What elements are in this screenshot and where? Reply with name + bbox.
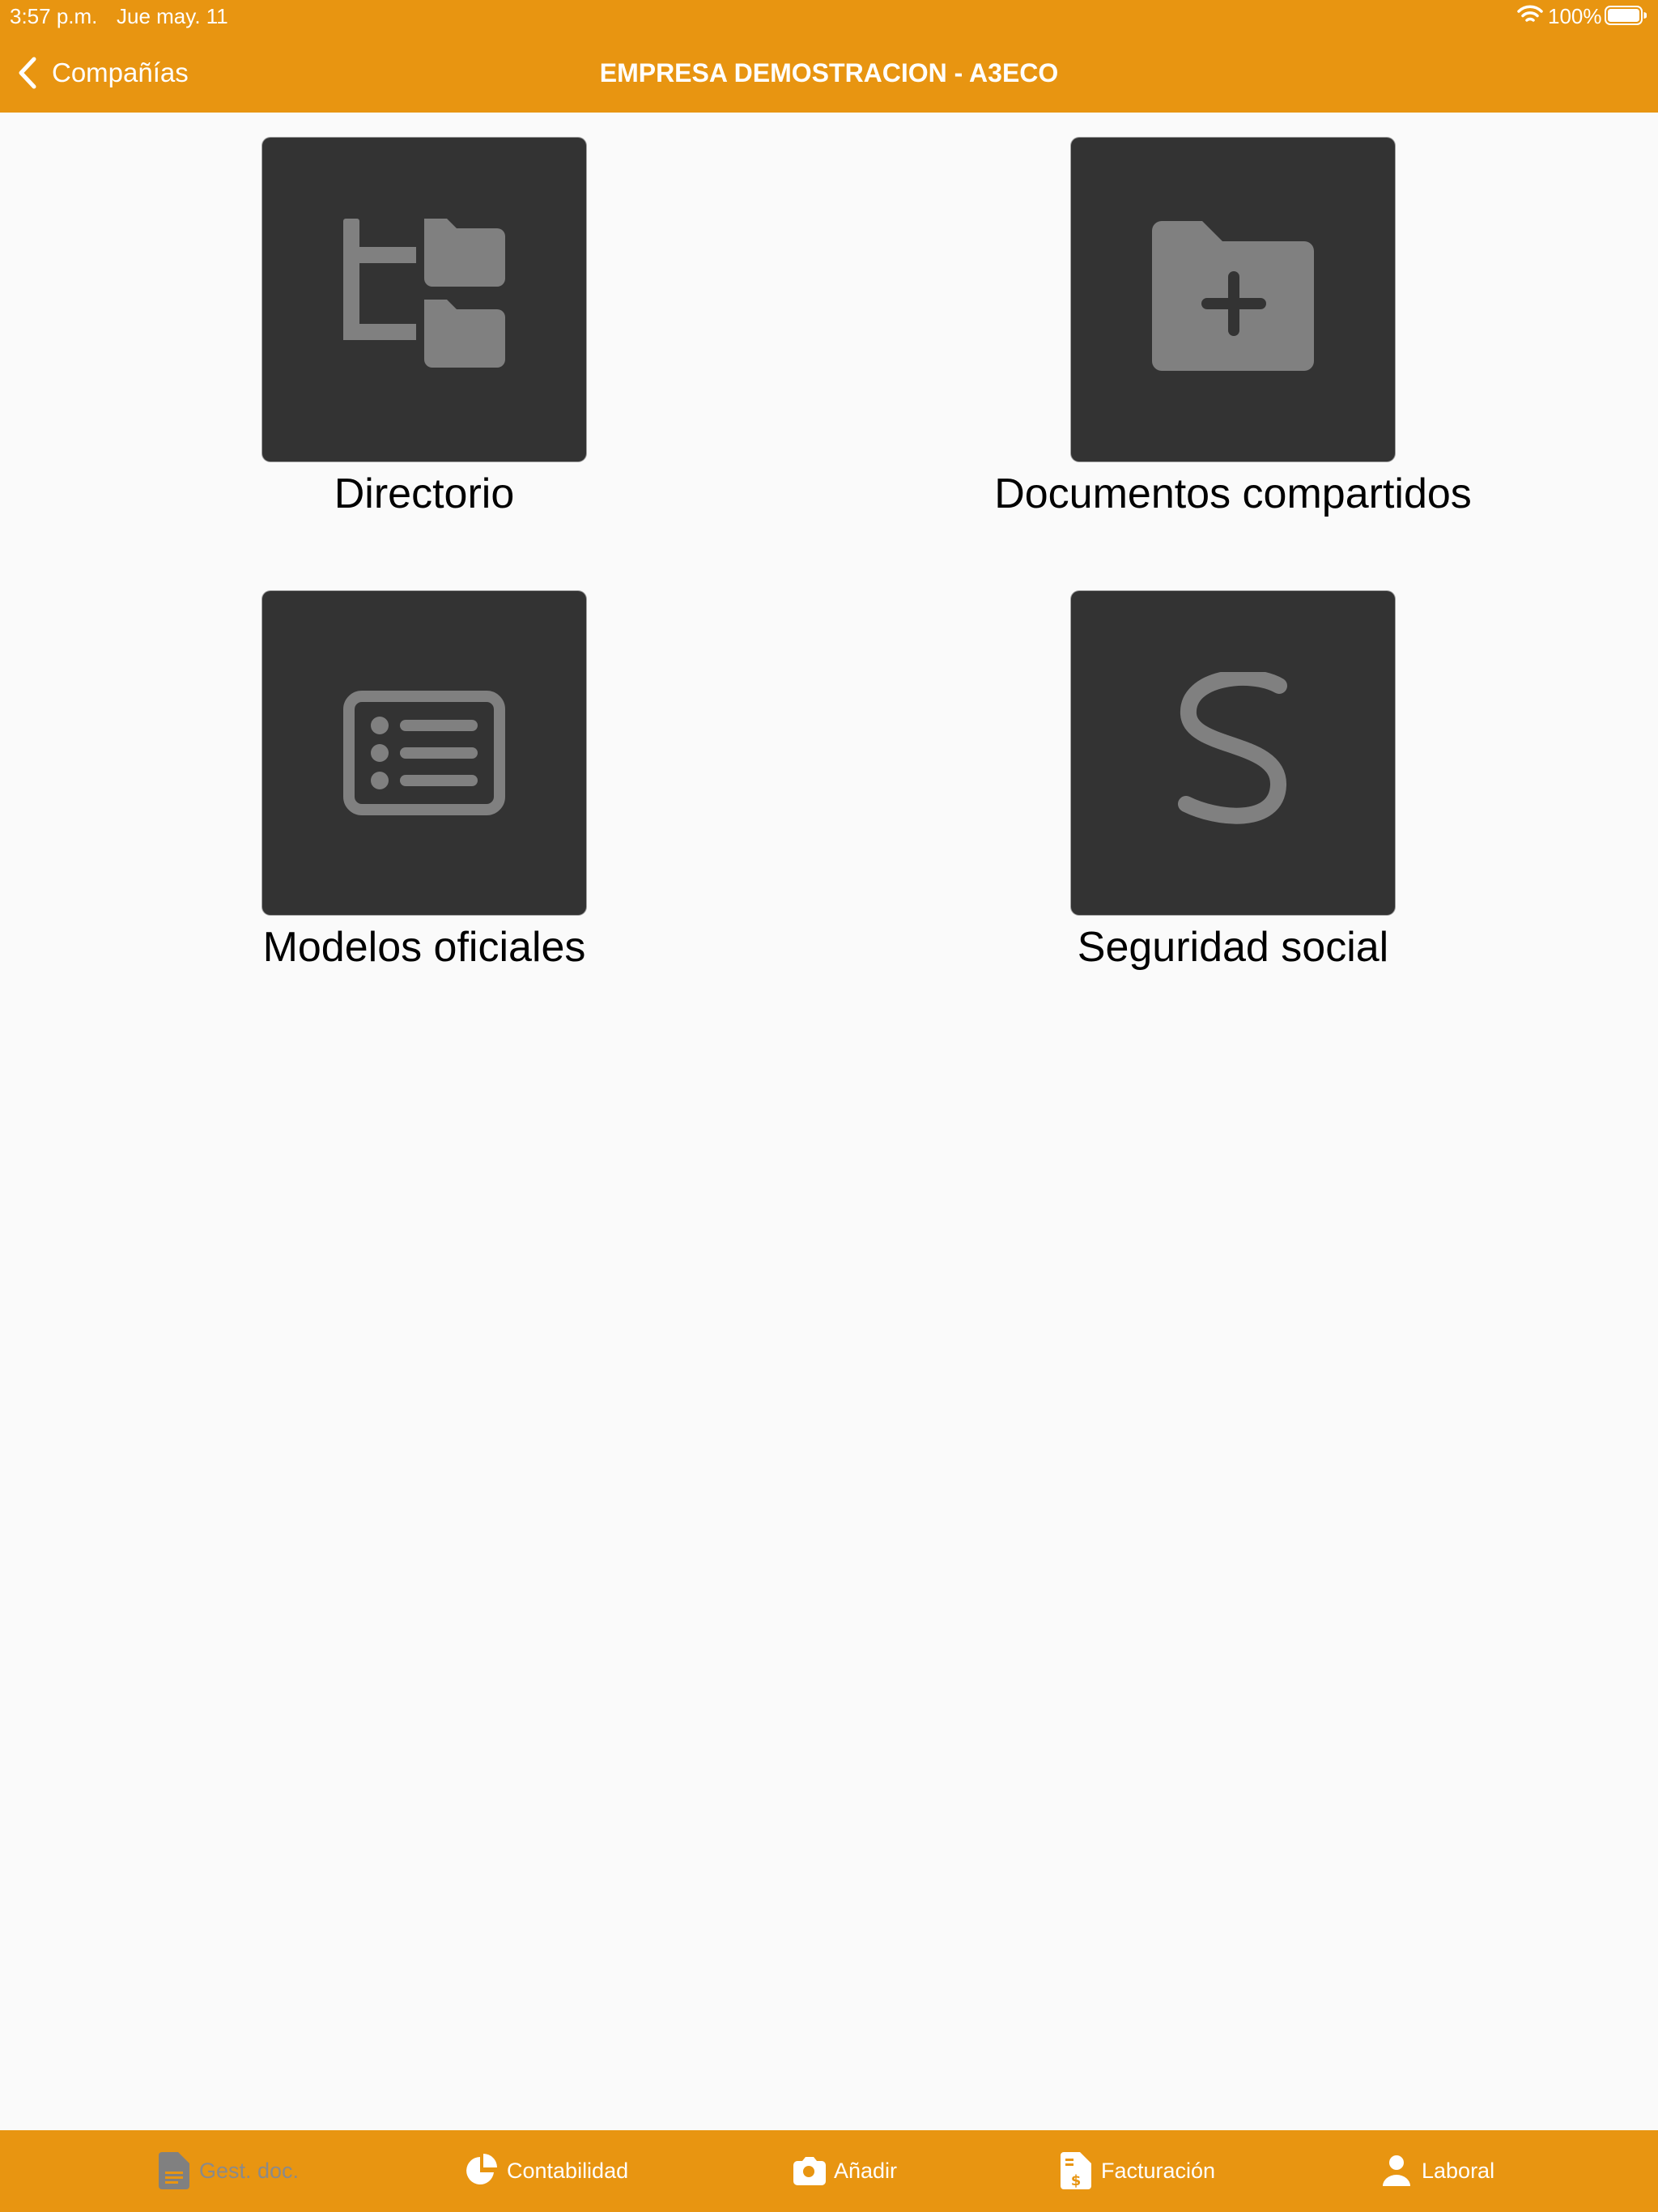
tab-label: Facturación (1101, 2158, 1216, 2183)
document-icon (159, 2152, 189, 2189)
letter-s-icon (1178, 672, 1287, 824)
tab-contabilidad[interactable]: Contabilidad (465, 2150, 628, 2192)
tile-directorio[interactable]: Directorio (0, 138, 780, 591)
list-card-icon (343, 691, 505, 815)
folder-plus-icon (1152, 221, 1314, 371)
tile-label: Modelos oficiales (262, 924, 586, 971)
tab-bar: Gest. doc. Contabilidad Añadir $ Factura… (0, 2130, 1658, 2212)
folder-tree-icon (343, 219, 505, 368)
tab-label: Añadir (834, 2158, 898, 2183)
tab-gest-doc[interactable]: Gest. doc. (157, 2150, 299, 2192)
person-icon (1383, 2155, 1410, 2186)
tab-label: Gest. doc. (199, 2158, 300, 2183)
status-time: 3:57 p.m. (10, 4, 98, 28)
camera-icon (793, 2157, 826, 2185)
chevron-left-icon (19, 57, 36, 89)
wifi-icon (1517, 5, 1543, 22)
back-button[interactable]: Compañías (16, 53, 189, 92)
tile-modelos-oficiales[interactable]: Modelos oficiales (0, 591, 780, 1044)
tab-anadir[interactable]: Añadir (792, 2150, 897, 2192)
back-button-label: Compañías (52, 57, 189, 87)
tile-icon-box (1071, 591, 1395, 915)
svg-text:$: $ (1071, 2172, 1082, 2189)
tile-label: Directorio (334, 470, 515, 517)
tab-label: Contabilidad (507, 2158, 629, 2183)
tile-documentos-compartidos[interactable]: Documentos compartidos (780, 138, 1589, 591)
pie-chart-icon (466, 2154, 497, 2184)
battery-percentage: 100% (1548, 4, 1602, 28)
tile-icon-box (262, 138, 586, 462)
page-title: EMPRESA DEMOSTRACION - A3ECO (599, 58, 1059, 87)
tile-label: Seguridad social (1077, 924, 1389, 971)
tile-icon-box (1071, 138, 1395, 462)
tab-laboral[interactable]: Laboral (1380, 2150, 1494, 2192)
tile-icon-box (262, 591, 586, 915)
invoice-icon: $ (1061, 2152, 1091, 2189)
tab-facturacion[interactable]: $ Facturación (1059, 2150, 1215, 2192)
tab-label: Laboral (1422, 2158, 1495, 2183)
status-date: Jue may. 11 (117, 4, 228, 28)
navigation-bar: 3:57 p.m. Jue may. 11 100% Compañías EMP… (0, 0, 1658, 113)
tile-seguridad-social[interactable]: Seguridad social (780, 591, 1589, 1044)
battery-icon (1605, 6, 1647, 25)
tile-label: Documentos compartidos (994, 470, 1472, 517)
